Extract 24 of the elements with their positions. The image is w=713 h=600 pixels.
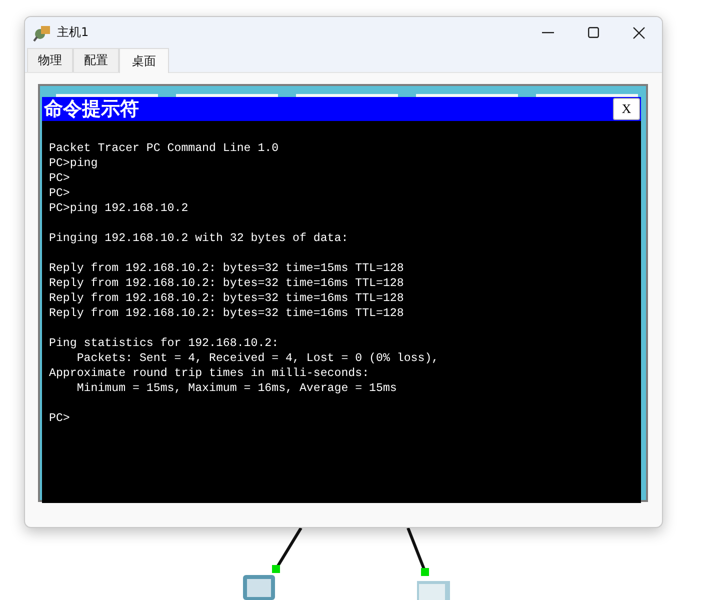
- terminal-line: Approximate round trip times in milli-seconds:: [49, 367, 370, 380]
- terminal-line: Pinging 192.168.10.2 with 32 bytes of data:: [49, 232, 348, 245]
- terminal-line: Minimum = 15ms, Maximum = 16ms, Average = 15ms: [76, 382, 397, 395]
- terminal-line: Reply from 192.168.10.2: bytes=32 time=16ms TTL=128: [49, 277, 404, 290]
- terminal-line: Ping statistics for 192.168.10.2:: [49, 337, 279, 350]
- minimize-icon[interactable]: [542, 32, 554, 34]
- terminal-line: Packets: Sent = 4, Received = 4, Lost = 0 (0% loss),: [76, 352, 439, 365]
- close-button[interactable]: X: [613, 98, 640, 120]
- maximize-icon[interactable]: [588, 27, 599, 38]
- terminal-line: Reply from 192.168.10.2: bytes=32 time=16ms TTL=128: [49, 307, 404, 320]
- terminal-line: PC>: [49, 172, 70, 185]
- terminal-line: PC>: [49, 187, 70, 200]
- terminal-line: Packet Tracer PC Command Line 1.0: [49, 142, 279, 155]
- terminal-line: PC>ping: [49, 157, 98, 170]
- tab[interactable]: 物理: [27, 48, 73, 72]
- close-icon[interactable]: [633, 26, 645, 38]
- terminal-line: Reply from 192.168.10.2: bytes=32 time=15ms TTL=128: [49, 262, 404, 275]
- tab[interactable]: 桌面: [119, 48, 169, 73]
- terminal-line: Reply from 192.168.10.2: bytes=32 time=16ms TTL=128: [49, 292, 404, 305]
- tab[interactable]: 配置: [73, 48, 119, 72]
- terminal-line: PC>: [49, 412, 70, 425]
- terminal-line: PC>ping 192.168.10.2: [49, 202, 188, 215]
- window-title: 主机1: [57, 24, 89, 41]
- terminal-title: 命令提示符: [44, 98, 139, 122]
